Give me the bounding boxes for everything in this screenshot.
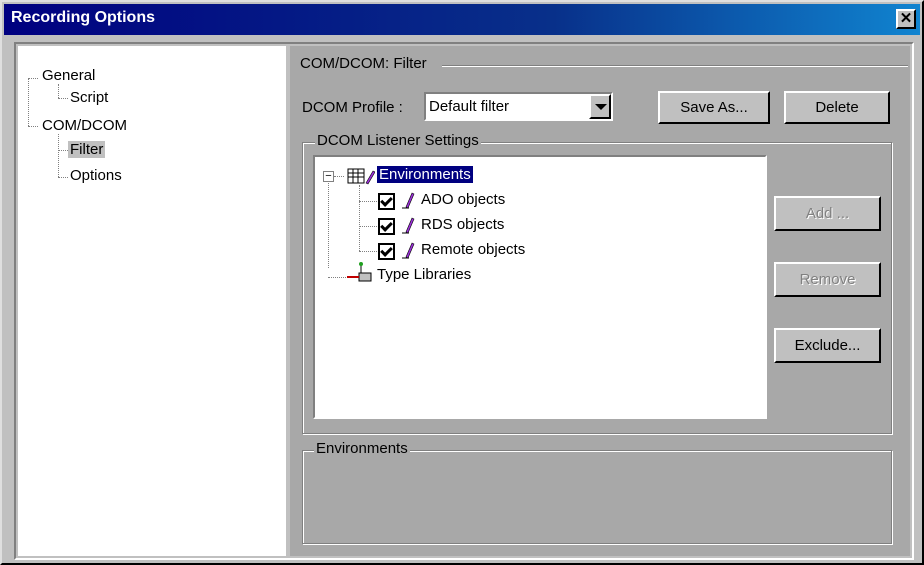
tree-item-type-libraries[interactable]: Type Libraries <box>377 266 471 283</box>
pencil-icon <box>402 242 415 259</box>
environments-icon <box>347 168 375 185</box>
nav-item-options[interactable]: Options <box>70 167 122 184</box>
nav-item-general[interactable]: General <box>42 67 95 84</box>
environments-details-title: Environments <box>314 440 410 457</box>
listener-tree: − Environments ADO objects RDS objects R… <box>313 155 767 419</box>
add-button[interactable]: Add ... <box>774 196 881 231</box>
save-as-button[interactable]: Save As... <box>658 91 770 124</box>
dcom-profile-select[interactable]: Default filter <box>424 92 613 121</box>
close-icon: ✕ <box>899 10 913 27</box>
listener-settings-title: DCOM Listener Settings <box>315 132 481 149</box>
remote-objects-checkbox[interactable] <box>378 243 395 260</box>
recording-options-window: Recording Options ✕ General Script COM/D… <box>0 0 924 565</box>
delete-button[interactable]: Delete <box>784 91 890 124</box>
pencil-icon <box>402 217 415 234</box>
tree-item-environments[interactable]: Environments <box>376 165 474 184</box>
nav-item-script[interactable]: Script <box>70 89 108 106</box>
pencil-icon <box>402 192 415 209</box>
exclude-button[interactable]: Exclude... <box>774 328 881 363</box>
ado-objects-checkbox[interactable] <box>378 193 395 210</box>
options-nav-tree: General Script COM/DCOM Filter Options <box>18 46 286 556</box>
tree-item-remote-objects[interactable]: Remote objects <box>421 241 525 258</box>
nav-item-filter[interactable]: Filter <box>68 141 106 158</box>
dcom-profile-value: Default filter <box>429 98 510 115</box>
dcom-profile-label: DCOM Profile : <box>302 99 403 116</box>
title-bar: Recording Options ✕ <box>4 4 920 35</box>
filter-group-title: COM/DCOM: Filter <box>298 55 429 72</box>
tree-item-ado-objects[interactable]: ADO objects <box>421 191 505 208</box>
chevron-down-icon[interactable] <box>589 94 611 119</box>
tree-item-rds-objects[interactable]: RDS objects <box>421 216 504 233</box>
window-title: Recording Options <box>11 9 155 26</box>
close-button[interactable]: ✕ <box>896 9 916 29</box>
rds-objects-checkbox[interactable] <box>378 218 395 235</box>
environments-details-group <box>302 450 892 544</box>
nav-item-com-dcom[interactable]: COM/DCOM <box>42 117 127 134</box>
type-library-icon <box>347 262 372 282</box>
remove-button[interactable]: Remove <box>774 262 881 297</box>
